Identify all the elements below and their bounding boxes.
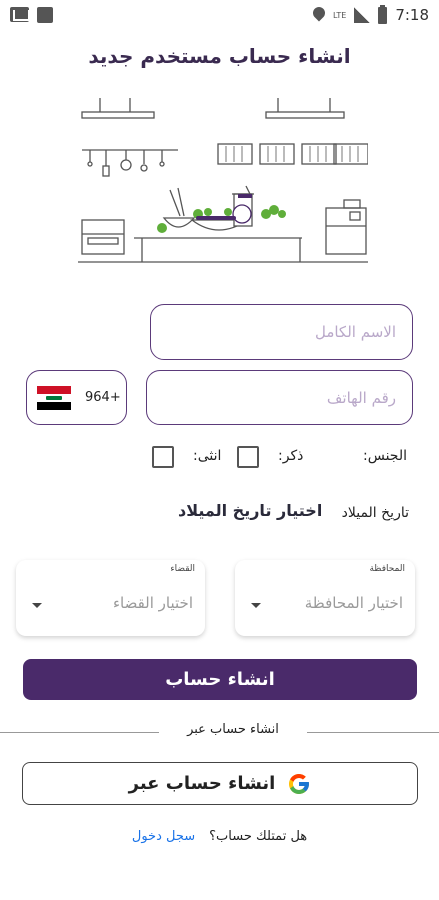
network-type: LTE [333,10,347,20]
dropdown-arrow-icon [32,603,42,608]
battery-icon [378,4,388,24]
governorate-dropdown[interactable]: المحافظة اختيار المحافظة [235,560,415,636]
create-account-button[interactable]: انشاء حساب [23,659,417,700]
login-link[interactable]: سجل دخول [132,829,195,844]
status-bar-left [10,7,53,23]
iraq-flag-icon [37,385,71,410]
female-label: انثى: [193,448,222,464]
signal-icon [354,7,371,23]
google-signup-button[interactable]: انشاء حساب عبر [22,762,418,805]
governorate-label: المحافظة [369,564,405,574]
phone-input[interactable] [147,371,412,424]
male-label: ذكر: [278,448,304,464]
google-icon [289,773,310,794]
male-checkbox[interactable] [237,446,259,468]
country-code: 964+ [85,390,121,405]
phone-field[interactable] [146,370,413,425]
governorate-value: اختيار المحافظة [304,594,403,612]
dropdown-arrow-icon [251,603,261,608]
gmail-icon [10,7,30,22]
have-account-text: هل تمتلك حساب؟ [209,829,308,844]
google-button-label: انشاء حساب عبر [128,773,276,794]
district-value: اختيار القضاء [112,594,193,612]
kitchen-illustration [78,98,368,263]
notification-square-icon [37,7,53,23]
location-icon [313,7,325,24]
country-code-selector[interactable]: 964+ [26,370,127,425]
district-dropdown[interactable]: القضاء اختيار القضاء [16,560,205,636]
gender-label: الجنس: [363,448,407,464]
female-checkbox[interactable] [152,446,174,468]
status-time: 7:18 [395,6,429,24]
birth-date-picker[interactable]: اختيار تاريخ الميلاد [178,501,322,520]
status-bar: LTE 7:18 [0,0,439,32]
birth-date-label: تاريخ الميلاد [341,505,409,521]
status-bar-right: LTE 7:18 [313,4,429,24]
fullname-field[interactable] [150,304,413,360]
page-title: انشاء حساب مستخدم جديد [88,44,351,68]
divider-text: انشاء حساب عبر [159,722,307,737]
district-label: القضاء [170,564,195,574]
fullname-input[interactable] [151,305,412,359]
login-footer: هل تمتلك حساب؟ سجل دخول [0,829,439,844]
